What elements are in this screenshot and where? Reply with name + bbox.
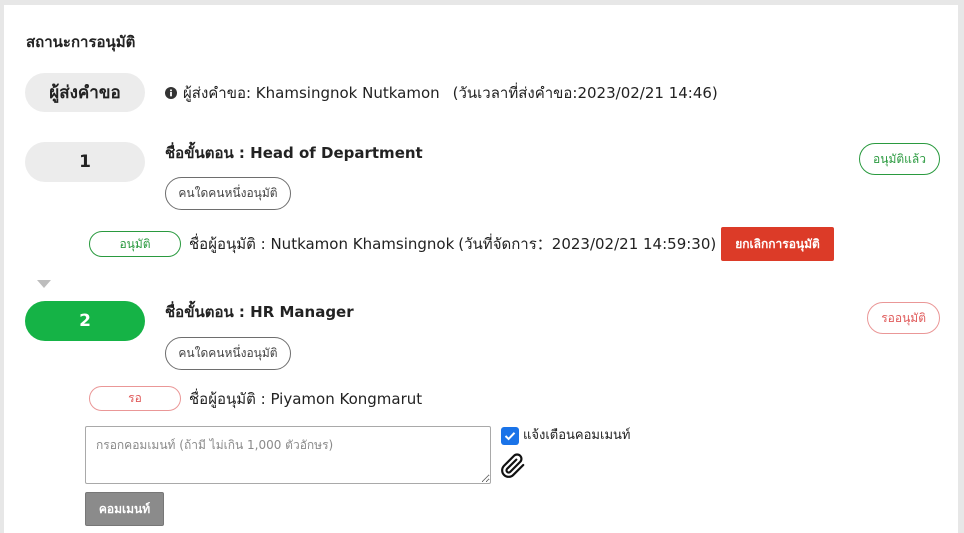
requester-name: ผู้ส่งคำขอ: Khamsingnok Nutkamon: [183, 84, 440, 102]
approval-status-panel: สถานะการอนุมัติ ผู้ส่งคำขอ ผู้ส่งคำขอ: K…: [4, 5, 958, 533]
comment-input[interactable]: [85, 426, 491, 484]
approval-step-2: 2 ชื่อขั้นตอน : HR Manager รออนุมัติ คนใ…: [4, 301, 958, 421]
requester-datetime: (วันเวลาที่ส่งคำขอ:2023/02/21 14:46): [452, 84, 718, 102]
approver-row: อนุมัติ ชื่อผู้อนุมัติ : Nutkamon Khamsi…: [89, 227, 834, 261]
submit-comment-button[interactable]: คอมเมนท์: [85, 492, 164, 526]
approver-row: รอ ชื่อผู้อนุมัติ : Piyamon Kongmarut: [89, 386, 422, 411]
step-number: 2: [25, 301, 145, 341]
step-status-badge: รออนุมัติ: [867, 302, 940, 334]
approver-status-pill: รอ: [89, 386, 181, 411]
approval-rule-pill: คนใดคนหนึ่งอนุมัติ: [165, 177, 291, 210]
notify-comment-checkbox[interactable]: [501, 427, 519, 445]
checkmark-icon: [504, 432, 516, 441]
approver-handled-datetime: (วันที่จัดการ：2023/02/21 14:59:30): [458, 235, 717, 253]
approver-name: ชื่อผู้อนุมัติ : Nutkamon Khamsingnok: [189, 235, 455, 253]
triangle-down-icon: [37, 280, 51, 288]
approver-name: ชื่อผู้อนุมัติ : Piyamon Kongmarut: [189, 389, 423, 408]
notify-comment-label[interactable]: แจ้งเตือนคอมเมนท์: [523, 426, 630, 446]
approval-step-1: 1 ชื่อขั้นตอน : Head of Department อนุมั…: [4, 142, 958, 262]
paperclip-icon[interactable]: [500, 453, 526, 479]
step-title: ชื่อขั้นตอน : Head of Department: [165, 144, 423, 162]
approver-status-pill: อนุมัติ: [89, 231, 181, 257]
step-status-badge: อนุมัติแล้ว: [859, 143, 940, 175]
step-number: 1: [25, 142, 145, 182]
requester-pill: ผู้ส่งคำขอ: [25, 73, 145, 112]
step-title: ชื่อขั้นตอน : HR Manager: [165, 303, 354, 321]
approval-rule-pill: คนใดคนหนึ่งอนุมัติ: [165, 337, 291, 370]
info-circle-icon: [165, 87, 177, 99]
section-title: สถานะการอนุมัติ: [26, 33, 136, 51]
cancel-approval-button[interactable]: ยกเลิกการอนุมัติ: [721, 227, 834, 261]
requester-info: ผู้ส่งคำขอ: Khamsingnok Nutkamon (วันเวล…: [165, 83, 718, 103]
